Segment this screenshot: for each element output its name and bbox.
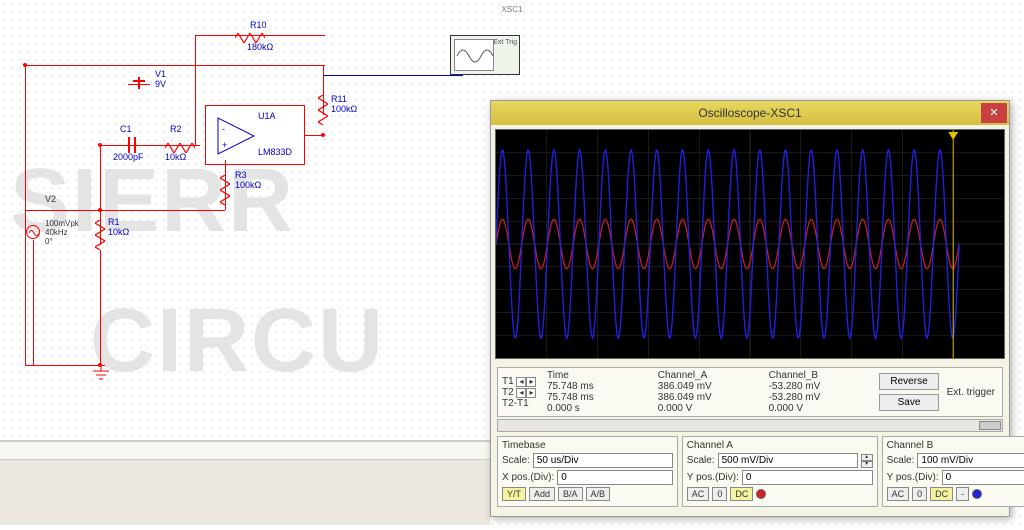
r3 bbox=[220, 175, 230, 205]
svg-text:-: - bbox=[222, 124, 225, 134]
cha-dc[interactable]: DC bbox=[730, 487, 753, 501]
chb-scale[interactable] bbox=[917, 453, 1024, 468]
r2-ref: R2 bbox=[170, 124, 182, 134]
channel-b-panel: Channel B Scale:▴▾ Y pos.(Div): AC 0 DC … bbox=[882, 436, 1024, 507]
cha-probe[interactable] bbox=[756, 489, 766, 499]
r2 bbox=[165, 140, 195, 150]
timebase-xpos[interactable] bbox=[557, 470, 673, 485]
t2-left[interactable]: ◂ bbox=[516, 388, 526, 398]
r2-val: 10kΩ bbox=[165, 152, 186, 162]
r1 bbox=[95, 220, 105, 250]
chb-0[interactable]: 0 bbox=[912, 487, 927, 501]
chb-minus[interactable]: - bbox=[956, 487, 969, 501]
t1-left[interactable]: ◂ bbox=[516, 377, 526, 387]
r3-val: 100kΩ bbox=[235, 180, 261, 190]
v1-ref: V1 bbox=[155, 69, 166, 79]
scope-display[interactable] bbox=[495, 129, 1005, 359]
time-scrollbar[interactable] bbox=[497, 419, 1003, 432]
u1-ref: U1A bbox=[258, 112, 276, 122]
cha-scale-up[interactable]: ▴ bbox=[861, 454, 873, 461]
scope-title-text: Oscilloscope-XSC1 bbox=[698, 106, 801, 120]
c1-val: 2000pF bbox=[113, 152, 144, 162]
schematic: V19V R10 180kΩ C1 2000pF R2 10kΩ -+ U1A … bbox=[25, 25, 475, 385]
r10-ref: R10 bbox=[250, 20, 267, 30]
r1-ref: R1 bbox=[108, 217, 120, 227]
r10-val: 180kΩ bbox=[247, 42, 273, 52]
chb-dc[interactable]: DC bbox=[930, 487, 953, 501]
cha-ypos[interactable] bbox=[742, 470, 873, 485]
save-button[interactable]: Save bbox=[879, 394, 938, 411]
close-button[interactable]: ✕ bbox=[981, 103, 1007, 123]
cha-scale-dn[interactable]: ▾ bbox=[861, 461, 873, 468]
channel-a-panel: Channel A Scale:▴▾ Y pos.(Div): AC 0 DC bbox=[682, 436, 878, 507]
app-bottom-panel bbox=[0, 440, 490, 525]
ext-trigger-label: Ext. trigger bbox=[947, 387, 995, 398]
ba-button[interactable]: B/A bbox=[558, 487, 583, 501]
t1-right[interactable]: ▸ bbox=[526, 377, 536, 387]
chb-ypos[interactable] bbox=[942, 470, 1024, 485]
opamp-u1a: - + U1A LM833D bbox=[205, 105, 305, 165]
yt-button[interactable]: Y/T bbox=[502, 487, 526, 501]
scope-titlebar[interactable]: Oscilloscope-XSC1 ✕ bbox=[491, 101, 1009, 125]
v2-v3: 0° bbox=[45, 237, 53, 246]
v2-v1: 100mVpk bbox=[45, 219, 79, 228]
r11 bbox=[318, 95, 328, 125]
chb-probe[interactable] bbox=[972, 489, 982, 499]
r11-val: 100kΩ bbox=[331, 104, 357, 114]
cursor-readout: T1 ◂▸ T2 ◂▸ T2-T1 Time 75.748 ms 75.748 … bbox=[497, 367, 1003, 417]
svg-text:+: + bbox=[222, 140, 227, 150]
timebase-panel: Timebase Scale: X pos.(Div): Y/T Add B/A… bbox=[497, 436, 678, 507]
c1-ref: C1 bbox=[120, 124, 132, 134]
chb-ac[interactable]: AC bbox=[887, 487, 910, 501]
r3-ref: R3 bbox=[235, 170, 247, 180]
scope-instrument[interactable]: Ext Trig bbox=[450, 35, 520, 75]
cha-scale[interactable] bbox=[718, 453, 858, 468]
t2-right[interactable]: ▸ bbox=[526, 388, 536, 398]
ext-trig-label: Ext Trig bbox=[493, 39, 517, 46]
cha-0[interactable]: 0 bbox=[712, 487, 727, 501]
add-button[interactable]: Add bbox=[529, 487, 555, 501]
v2-v2: 40kHz bbox=[45, 228, 68, 237]
oscilloscope-window[interactable]: Oscilloscope-XSC1 ✕ T1 ◂▸ T2 ◂▸ T2-T1 bbox=[490, 100, 1010, 517]
r1-val: 10kΩ bbox=[108, 227, 129, 237]
ab-button[interactable]: A/B bbox=[586, 487, 611, 501]
reverse-button[interactable]: Reverse bbox=[879, 373, 938, 390]
v2-ref: V2 bbox=[45, 194, 56, 204]
r10 bbox=[235, 30, 265, 40]
u1-part: LM833D bbox=[258, 148, 292, 158]
timebase-scale[interactable] bbox=[533, 453, 673, 468]
r11-ref: R11 bbox=[331, 94, 347, 104]
top-label: XSC1 bbox=[502, 5, 523, 14]
v1-val: 9V bbox=[155, 79, 166, 89]
cha-ac[interactable]: AC bbox=[687, 487, 710, 501]
